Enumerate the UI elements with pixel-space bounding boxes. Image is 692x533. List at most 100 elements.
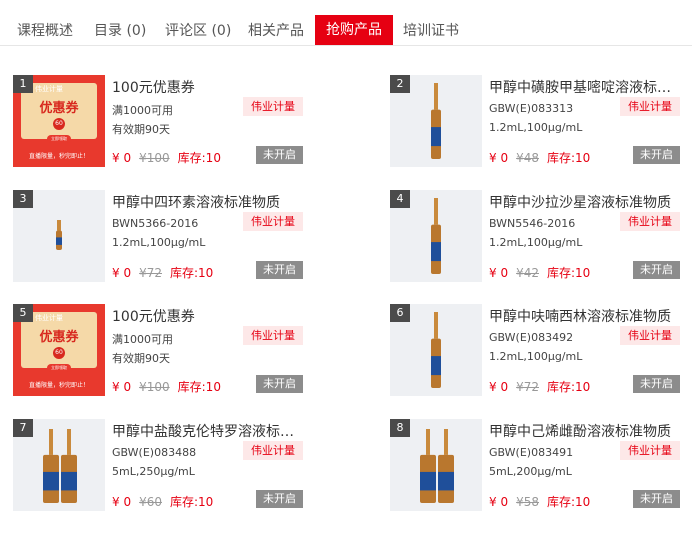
item-number-badge: 7 [13, 419, 33, 437]
coupon-brand: 伟业计量 [35, 85, 63, 93]
product-code: GBW(E)083492 [489, 331, 574, 344]
coupon-brand: 伟业计量 [35, 314, 63, 322]
original-price: ¥100 [139, 151, 170, 165]
coupon-title: 优惠券 [39, 330, 79, 345]
original-price: ¥60 [139, 495, 162, 509]
stock-count: 库存:10 [177, 151, 221, 165]
product-spec: 5mL,200μg/mL [489, 465, 572, 478]
price-row: ¥ 0 ¥100 库存:10 [112, 149, 229, 166]
vendor-tag: 伟业计量 [620, 212, 680, 231]
coupon-claim-label: 立即领取 [47, 364, 71, 372]
stock-count: 库存:10 [170, 495, 214, 509]
not-started-button[interactable]: 未开启 [633, 490, 680, 508]
price-row: ¥ 0 ¥48 库存:10 [489, 149, 598, 166]
product-thumbnail[interactable]: 7 [13, 419, 105, 511]
product-spec: 有效期90天 [112, 352, 170, 365]
product-thumbnail[interactable]: 6 [390, 304, 482, 396]
product-card[interactable]: 5 伟业计量 优惠券 60 立即领取 直播限量，秒完即止！ 100元优惠券 满1000可用 有效… [13, 304, 303, 396]
product-card[interactable]: 1 伟业计量 优惠券 60 立即领取 直播限量，秒完即止！ 100元优惠券 满1000可用 有效… [13, 75, 303, 167]
stock-count: 库存:10 [547, 151, 591, 165]
product-title[interactable]: 100元优惠券 [112, 77, 302, 97]
product-title[interactable]: 甲醇中呋喃西林溶液标准物质 [489, 306, 679, 326]
tab-course-overview[interactable]: 课程概述 [17, 16, 73, 46]
price-row: ¥ 0 ¥42 库存:10 [489, 264, 598, 281]
product-title[interactable]: 甲醇中盐酸克伦特罗溶液标准物质 [112, 421, 302, 441]
original-price: ¥48 [516, 151, 539, 165]
product-title[interactable]: 甲醇中四环素溶液标准物质 [112, 192, 302, 212]
vendor-tag: 伟业计量 [620, 441, 680, 460]
vendor-tag: 伟业计量 [243, 97, 303, 116]
coupon-claim-label: 立即领取 [47, 135, 71, 143]
product-title[interactable]: 甲醇中己烯雌酚溶液标准物质 [489, 421, 679, 441]
vendor-tag: 伟业计量 [620, 97, 680, 116]
product-card[interactable]: 4 甲醇中沙拉沙星溶液标准物质 BWN5546-2016 1.2mL,100μg/mL… [390, 190, 680, 282]
sale-price: ¥ 0 [489, 380, 509, 394]
item-number-badge: 6 [390, 304, 410, 322]
not-started-button[interactable]: 未开启 [256, 375, 303, 393]
product-spec: 1.2mL,100μg/mL [489, 236, 583, 249]
sale-price: ¥ 0 [112, 495, 132, 509]
product-spec: 1.2mL,100μg/mL [489, 350, 583, 363]
product-spec: 1.2mL,100μg/mL [112, 236, 206, 249]
tab-comments[interactable]: 评论区 (0) [165, 16, 231, 46]
product-card[interactable]: 2 甲醇中磺胺甲基嘧啶溶液标准物质 GBW(E)083313 1.2mL,100μg/… [390, 75, 680, 167]
product-card[interactable]: 8 甲醇中己烯雌酚溶液标准物质 GBW(E)083491 5mL,200μg/mL 伟业… [390, 419, 680, 511]
product-thumbnail[interactable]: 3 [13, 190, 105, 282]
vendor-tag: 伟业计量 [620, 326, 680, 345]
not-started-button[interactable]: 未开启 [256, 261, 303, 279]
sale-price: ¥ 0 [112, 151, 132, 165]
coupon-amount: 60 [53, 118, 65, 130]
tab-flash-sale-products[interactable]: 抢购产品 [315, 15, 393, 45]
product-code: 满1000可用 [112, 333, 173, 346]
price-row: ¥ 0 ¥58 库存:10 [489, 493, 598, 510]
product-card[interactable]: 6 甲醇中呋喃西林溶液标准物质 GBW(E)083492 1.2mL,100μg/mL… [390, 304, 680, 396]
product-code: GBW(E)083491 [489, 446, 574, 459]
tab-training-certificate[interactable]: 培训证书 [403, 16, 459, 46]
not-started-button[interactable]: 未开启 [633, 375, 680, 393]
vendor-tag: 伟业计量 [243, 212, 303, 231]
product-spec: 有效期90天 [112, 123, 170, 136]
original-price: ¥72 [516, 380, 539, 394]
product-thumbnail[interactable]: 8 [390, 419, 482, 511]
tab-catalog[interactable]: 目录 (0) [94, 16, 146, 46]
vendor-tag: 伟业计量 [243, 326, 303, 345]
coupon-footer: 直播限量，秒完即止！ [28, 153, 89, 160]
stock-count: 库存:10 [177, 380, 221, 394]
product-card[interactable]: 7 甲醇中盐酸克伦特罗溶液标准物质 GBW(E)083488 5mL,250μg/mL… [13, 419, 303, 511]
item-number-badge: 2 [390, 75, 410, 93]
price-row: ¥ 0 ¥60 库存:10 [112, 493, 221, 510]
sale-price: ¥ 0 [489, 151, 509, 165]
product-spec: 1.2mL,100μg/mL [489, 121, 583, 134]
coupon-title: 优惠券 [39, 101, 79, 116]
original-price: ¥42 [516, 266, 539, 280]
not-started-button[interactable]: 未开启 [256, 146, 303, 164]
product-title[interactable]: 甲醇中沙拉沙星溶液标准物质 [489, 192, 679, 212]
price-row: ¥ 0 ¥72 库存:10 [489, 378, 598, 395]
product-card[interactable]: 3 甲醇中四环素溶液标准物质 BWN5366-2016 1.2mL,100μg/mL 伟… [13, 190, 303, 282]
product-thumbnail[interactable]: 1 伟业计量优惠券 60 立即领取直播限量，秒完即止！ [13, 75, 105, 167]
stock-count: 库存:10 [547, 380, 591, 394]
item-number-badge: 4 [390, 190, 410, 208]
product-thumbnail[interactable]: 2 [390, 75, 482, 167]
not-started-button[interactable]: 未开启 [256, 490, 303, 508]
not-started-button[interactable]: 未开启 [633, 146, 680, 164]
product-thumbnail[interactable]: 4 [390, 190, 482, 282]
tab-related-products[interactable]: 相关产品 [248, 16, 304, 46]
price-row: ¥ 0 ¥72 库存:10 [112, 264, 221, 281]
original-price: ¥72 [139, 266, 162, 280]
item-number-badge: 8 [390, 419, 410, 437]
product-title[interactable]: 甲醇中磺胺甲基嘧啶溶液标准物质 [489, 77, 679, 97]
product-spec: 5mL,250μg/mL [112, 465, 195, 478]
original-price: ¥100 [139, 380, 170, 394]
product-title[interactable]: 100元优惠券 [112, 306, 302, 326]
original-price: ¥58 [516, 495, 539, 509]
product-code: BWN5546-2016 [489, 217, 576, 230]
item-number-badge: 1 [13, 75, 33, 93]
sale-price: ¥ 0 [112, 266, 132, 280]
stock-count: 库存:10 [170, 266, 214, 280]
stock-count: 库存:10 [547, 495, 591, 509]
item-number-badge: 5 [13, 304, 33, 322]
coupon-footer: 直播限量，秒完即止！ [28, 382, 89, 389]
product-thumbnail[interactable]: 5 伟业计量 优惠券 60 立即领取 直播限量，秒完即止！ [13, 304, 105, 396]
not-started-button[interactable]: 未开启 [633, 261, 680, 279]
